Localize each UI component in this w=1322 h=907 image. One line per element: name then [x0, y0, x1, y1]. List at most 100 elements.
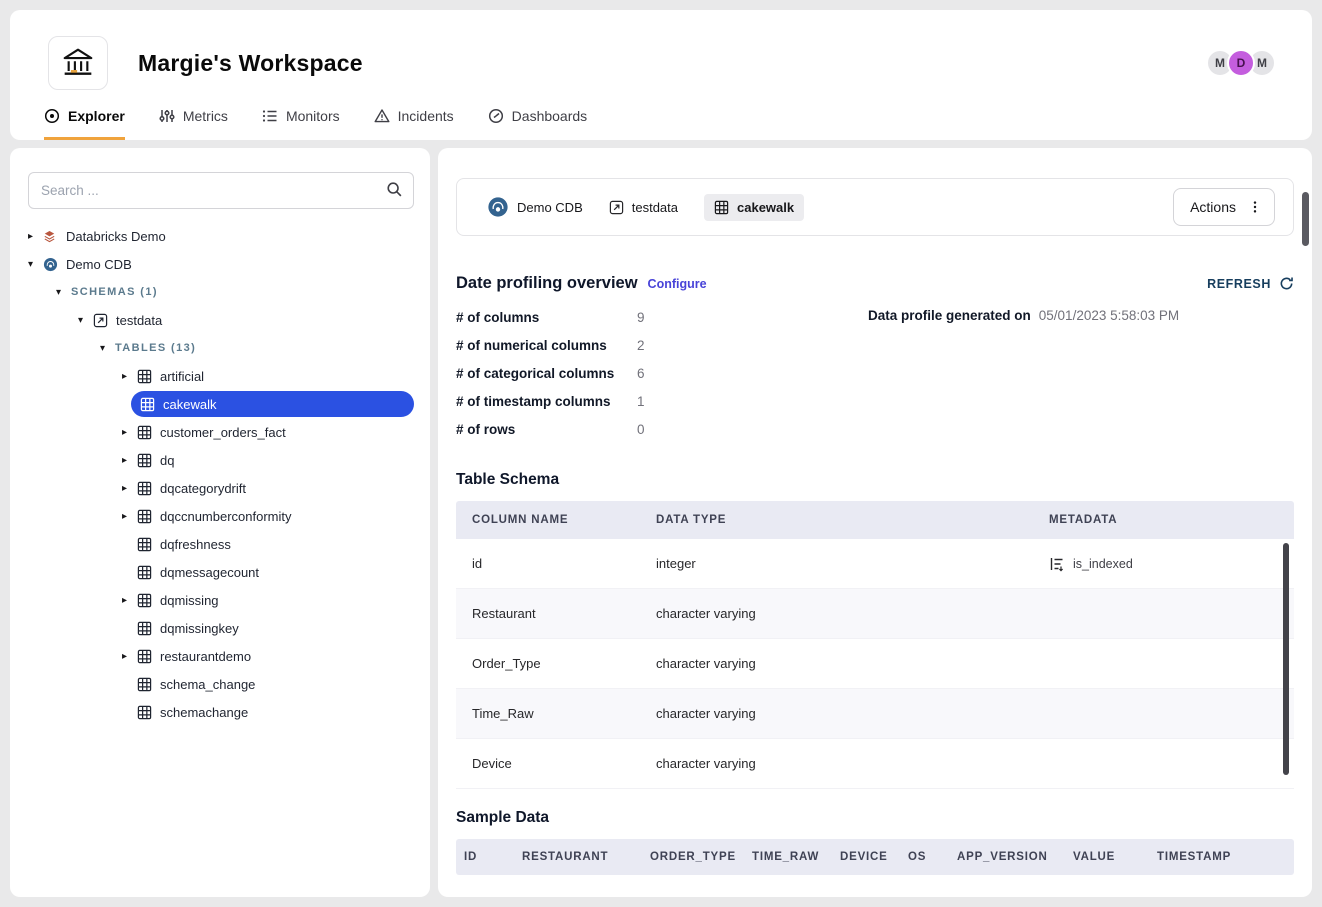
stat-value: 6 — [637, 366, 645, 381]
monitors-icon — [262, 108, 278, 124]
stat-value: 0 — [637, 422, 645, 437]
main-panel: Demo CDB testdata cakewalk Actions Date … — [438, 148, 1312, 897]
caret-down-icon[interactable]: ▾ — [78, 315, 93, 326]
workspace-logo — [48, 36, 108, 90]
postgres-icon — [43, 257, 59, 272]
caret-right-icon[interactable]: ▸ — [122, 595, 137, 606]
breadcrumb-cakewalk[interactable]: cakewalk — [704, 194, 804, 221]
breadcrumb-testdata[interactable]: testdata — [609, 200, 678, 215]
stat-label: # of timestamp columns — [456, 394, 637, 409]
column-header: METADATA — [1049, 514, 1294, 526]
actions-button[interactable]: Actions — [1173, 188, 1275, 226]
tree-item-label: Demo CDB — [66, 257, 132, 272]
metadata-label: is_indexed — [1073, 557, 1133, 571]
tree-group-label: TABLES (13) — [115, 342, 196, 354]
refresh-icon — [1279, 276, 1294, 291]
main-nav: Explorer Metrics Monitors Incidents Dash… — [10, 94, 1312, 140]
tree-item-customer-orders-fact[interactable]: ▸ customer_orders_fact — [10, 418, 430, 446]
profiling-stats: # of columns 9 # of numerical columns 2 … — [456, 303, 1294, 443]
main-scrollbar-thumb[interactable] — [1302, 192, 1309, 246]
configure-link[interactable]: Configure — [648, 277, 707, 291]
caret-right-icon[interactable]: ▸ — [122, 651, 137, 662]
schema-icon — [93, 313, 109, 328]
tree-item-label: dqmissingkey — [160, 621, 239, 636]
table-row[interactable]: Time_Raw character varying — [456, 689, 1294, 739]
cell-data-type: character varying — [656, 656, 1049, 671]
tree-group-schemas[interactable]: ▾ SCHEMAS (1) — [10, 278, 430, 306]
schema-icon — [609, 200, 624, 215]
tree-item-label: dqfreshness — [160, 537, 231, 552]
avatar[interactable]: D — [1227, 49, 1255, 77]
tree-item-label: cakewalk — [163, 397, 216, 412]
tab-metrics[interactable]: Metrics — [159, 94, 228, 140]
tree-item-dqcategorydrift[interactable]: ▸ dqcategorydrift — [10, 474, 430, 502]
table-icon — [137, 425, 153, 440]
tree-item-dqmessagecount[interactable]: dqmessagecount — [10, 558, 430, 586]
refresh-button[interactable]: REFRESH — [1207, 276, 1294, 291]
cell-data-type: character varying — [656, 756, 1049, 771]
tree-item-schemachange[interactable]: schemachange — [10, 698, 430, 726]
kebab-menu-icon — [1248, 200, 1262, 214]
table-schema: COLUMN NAME DATA TYPE METADATA id intege… — [456, 501, 1294, 789]
tree-group-tables[interactable]: ▾ TABLES (13) — [10, 334, 430, 362]
tab-monitors[interactable]: Monitors — [262, 94, 340, 140]
column-header: DEVICE — [840, 851, 908, 863]
caret-down-icon[interactable]: ▾ — [28, 259, 43, 270]
tree-item-label: dqcategorydrift — [160, 481, 246, 496]
tree-item-dqfreshness[interactable]: dqfreshness — [10, 530, 430, 558]
tree-item-restaurantdemo[interactable]: ▸ restaurantdemo — [10, 642, 430, 670]
tree-item-dq[interactable]: ▸ dq — [10, 446, 430, 474]
metrics-icon — [159, 108, 175, 124]
tree-item-demo-cdb[interactable]: ▾ Demo CDB — [10, 250, 430, 278]
tab-label: Incidents — [398, 108, 454, 124]
stat-row: # of categorical columns 6 — [456, 359, 1294, 387]
table-row[interactable]: Order_Type character varying — [456, 639, 1294, 689]
column-header: VALUE — [1073, 851, 1157, 863]
column-header: APP_VERSION — [957, 851, 1073, 863]
page-title: Margie's Workspace — [138, 50, 363, 77]
tab-dashboards[interactable]: Dashboards — [488, 94, 588, 140]
search-input[interactable] — [28, 172, 414, 209]
breadcrumb-demo-cdb[interactable]: Demo CDB — [487, 196, 583, 218]
tree-item-dqmissingkey[interactable]: dqmissingkey — [10, 614, 430, 642]
tree-item-dqmissing[interactable]: ▸ dqmissing — [10, 586, 430, 614]
tree-item-artificial[interactable]: ▸ artificial — [10, 362, 430, 390]
table-row[interactable]: Restaurant character varying — [456, 589, 1294, 639]
tab-label: Dashboards — [512, 108, 588, 124]
sample-data-title: Sample Data — [456, 809, 1294, 827]
table-icon — [137, 593, 153, 608]
table-row[interactable]: Device character varying — [456, 739, 1294, 789]
caret-right-icon[interactable]: ▸ — [122, 427, 137, 438]
caret-down-icon[interactable]: ▾ — [56, 287, 71, 298]
caret-right-icon[interactable]: ▸ — [122, 455, 137, 466]
tree-item-testdata[interactable]: ▾ testdata — [10, 306, 430, 334]
caret-right-icon[interactable]: ▸ — [28, 231, 43, 242]
caret-right-icon[interactable]: ▸ — [122, 371, 137, 382]
cell-data-type: character varying — [656, 606, 1049, 621]
table-icon — [137, 677, 153, 692]
stat-value: 1 — [637, 394, 645, 409]
stat-label: # of columns — [456, 310, 637, 325]
tree-item-schema-change[interactable]: schema_change — [10, 670, 430, 698]
tree-item-label: restaurantdemo — [160, 649, 251, 664]
tree-item-label: dqmessagecount — [160, 565, 259, 580]
breadcrumb-label: cakewalk — [737, 200, 794, 215]
tree-item-dqccnumberconformity[interactable]: ▸ dqccnumberconformity — [10, 502, 430, 530]
caret-down-icon[interactable]: ▾ — [100, 343, 115, 354]
generated-label: Data profile generated on — [868, 308, 1031, 323]
tab-explorer[interactable]: Explorer — [44, 94, 125, 140]
tree-item-cakewalk-selected[interactable]: cakewalk — [131, 391, 414, 417]
column-header: RESTAURANT — [522, 851, 650, 863]
tree-item-label: dq — [160, 453, 174, 468]
tree-item-databricks-demo[interactable]: ▸ Databricks Demo — [10, 222, 430, 250]
cell-column-name: Order_Type — [456, 656, 656, 671]
tab-incidents[interactable]: Incidents — [374, 94, 454, 140]
caret-right-icon[interactable]: ▸ — [122, 511, 137, 522]
table-row[interactable]: id integer is_indexed — [456, 539, 1294, 589]
search-box — [28, 172, 414, 209]
table-scrollbar-thumb[interactable] — [1283, 543, 1289, 775]
caret-right-icon[interactable]: ▸ — [122, 483, 137, 494]
table-icon — [137, 565, 153, 580]
stat-value: 2 — [637, 338, 645, 353]
cell-data-type: integer — [656, 556, 1049, 571]
